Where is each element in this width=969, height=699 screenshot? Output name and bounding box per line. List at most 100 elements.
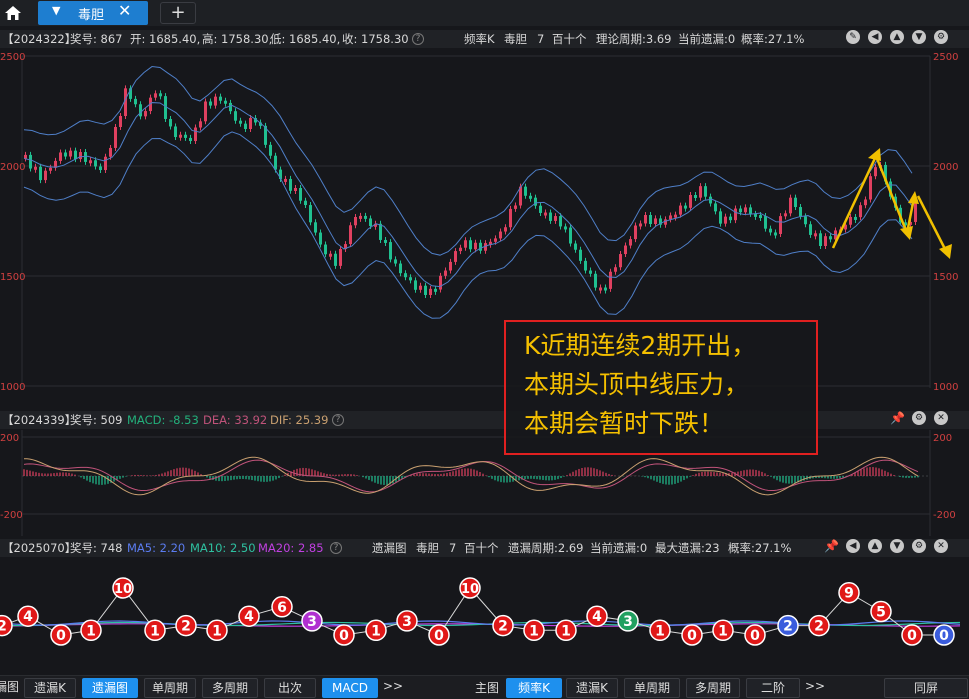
miss-node[interactable]: 5: [870, 600, 892, 623]
miss-node[interactable]: 1: [649, 619, 671, 642]
tab-miss-chart[interactable]: 遗漏图: [82, 678, 138, 698]
miss-node[interactable]: 0: [333, 624, 355, 646]
miss-node[interactable]: 4: [238, 605, 260, 627]
candle: [614, 267, 617, 272]
tab-macd[interactable]: MACD: [322, 678, 378, 698]
tab-single-main[interactable]: 单周期: [624, 678, 680, 698]
kline-current: 当前遗漏:0: [678, 32, 736, 46]
miss-node[interactable]: 1: [712, 619, 734, 642]
tab-second-order[interactable]: 二阶: [746, 678, 800, 698]
candle: [789, 197, 792, 214]
miss-cycle: 遗漏周期:2.69: [508, 541, 584, 555]
candle: [509, 208, 512, 228]
help-icon[interactable]: ?: [332, 414, 344, 426]
miss-node[interactable]: 0: [901, 624, 923, 646]
candle: [679, 205, 682, 215]
close-icon[interactable]: ✕: [934, 539, 948, 553]
candle: [874, 167, 877, 177]
back-icon[interactable]: ◀: [868, 30, 882, 44]
miss-node-label: 4: [244, 609, 254, 625]
annotation-line: K近期连续2期开出，: [524, 331, 757, 360]
draw-icon[interactable]: ✎: [846, 30, 860, 44]
close-icon[interactable]: ✕: [934, 411, 948, 425]
dropdown-icon[interactable]: ▼: [52, 4, 60, 17]
miss-node-label: 0: [750, 628, 760, 644]
candle: [574, 243, 577, 250]
dif-value: DIF: 25.39: [270, 413, 329, 427]
help-icon[interactable]: ?: [330, 542, 342, 554]
candle: [719, 211, 722, 224]
candle: [754, 213, 757, 217]
add-tab-button[interactable]: +: [160, 2, 196, 24]
candle: [529, 195, 532, 199]
miss-node[interactable]: 0: [50, 624, 72, 646]
miss-node[interactable]: 1: [80, 619, 102, 642]
miss-node[interactable]: 0: [933, 624, 955, 646]
tab-missk[interactable]: 遗漏K: [24, 678, 76, 698]
gear-icon[interactable]: ⚙: [912, 539, 926, 553]
miss-node[interactable]: 3: [301, 610, 323, 632]
y-tick-right: 2000: [933, 162, 958, 173]
candle: [554, 216, 557, 221]
miss-node[interactable]: 0: [681, 624, 703, 646]
tab-multi-period[interactable]: 多周期: [202, 678, 258, 698]
miss-node[interactable]: 3: [396, 610, 418, 632]
gear-icon[interactable]: ⚙: [912, 411, 926, 425]
miss-node[interactable]: 0: [428, 624, 450, 646]
pin-icon[interactable]: 📌: [824, 539, 839, 553]
down-icon[interactable]: ▼: [912, 30, 926, 44]
back-icon[interactable]: ◀: [846, 539, 860, 553]
up-icon[interactable]: ▲: [868, 539, 882, 553]
miss-node[interactable]: 9: [838, 581, 860, 604]
candle: [809, 224, 812, 235]
kline-chart[interactable]: 2500 2000 1500 1000 2500 2000 1500 1000: [0, 48, 969, 408]
kline-period: 【2024322】: [2, 32, 77, 46]
tab-dudan[interactable]: ▼ 毒胆 ✕: [38, 1, 148, 25]
macd-chart[interactable]: 200 -200 200 -200: [0, 430, 969, 536]
tab-missk-main[interactable]: 遗漏K: [566, 678, 618, 698]
miss-node[interactable]: 0: [744, 624, 766, 646]
miss-chart[interactable]: 240 1101 2 14630 130102 1 14 31 0 1 02 2950 0: [0, 557, 969, 675]
pin-icon[interactable]: 📌: [890, 411, 905, 425]
miss-node[interactable]: 3: [617, 610, 639, 632]
candle: [474, 242, 477, 250]
home-button[interactable]: [0, 0, 26, 26]
miss-node[interactable]: 2: [492, 614, 514, 637]
candle: [44, 170, 47, 181]
miss-node[interactable]: 10: [459, 577, 481, 599]
miss-node-label: 3: [623, 614, 633, 630]
up-icon[interactable]: ▲: [890, 30, 904, 44]
miss-node[interactable]: 2: [175, 614, 197, 637]
gear-icon[interactable]: ⚙: [934, 30, 948, 44]
tab-single-period[interactable]: 单周期: [144, 678, 196, 698]
miss-node[interactable]: 1: [523, 619, 545, 642]
miss-node[interactable]: 4: [17, 605, 39, 627]
help-icon[interactable]: ?: [412, 33, 424, 45]
close-icon[interactable]: ✕: [118, 1, 131, 20]
miss-title: 遗漏图: [372, 541, 407, 555]
miss-node[interactable]: 4: [586, 605, 608, 627]
miss-node[interactable]: 1: [555, 619, 577, 642]
more-button[interactable]: >>: [383, 679, 403, 693]
home-icon: [5, 6, 21, 20]
candle: [284, 178, 287, 182]
miss-node[interactable]: 6: [271, 596, 293, 618]
more-button[interactable]: >>: [805, 679, 825, 693]
tab-multi-main[interactable]: 多周期: [686, 678, 740, 698]
tab-count[interactable]: 出次: [264, 678, 316, 698]
miss-node[interactable]: 10: [112, 577, 134, 599]
fullscreen-button[interactable]: 同屏: [884, 678, 968, 698]
miss-node-label: 2: [498, 619, 508, 635]
y-tick-right: 1500: [933, 272, 958, 283]
kline-type: 毒胆: [504, 32, 527, 46]
miss-node[interactable]: 2: [777, 614, 799, 637]
miss-node[interactable]: 1: [206, 619, 228, 642]
miss-node[interactable]: 2: [808, 614, 830, 637]
down-icon[interactable]: ▼: [890, 539, 904, 553]
candle: [154, 93, 157, 98]
tab-freq-k[interactable]: 频率K: [506, 678, 562, 698]
candle: [314, 222, 317, 233]
miss-node[interactable]: 1: [144, 619, 166, 642]
miss-node[interactable]: 1: [365, 619, 387, 642]
tab-partial[interactable]: 漏图: [0, 678, 20, 698]
